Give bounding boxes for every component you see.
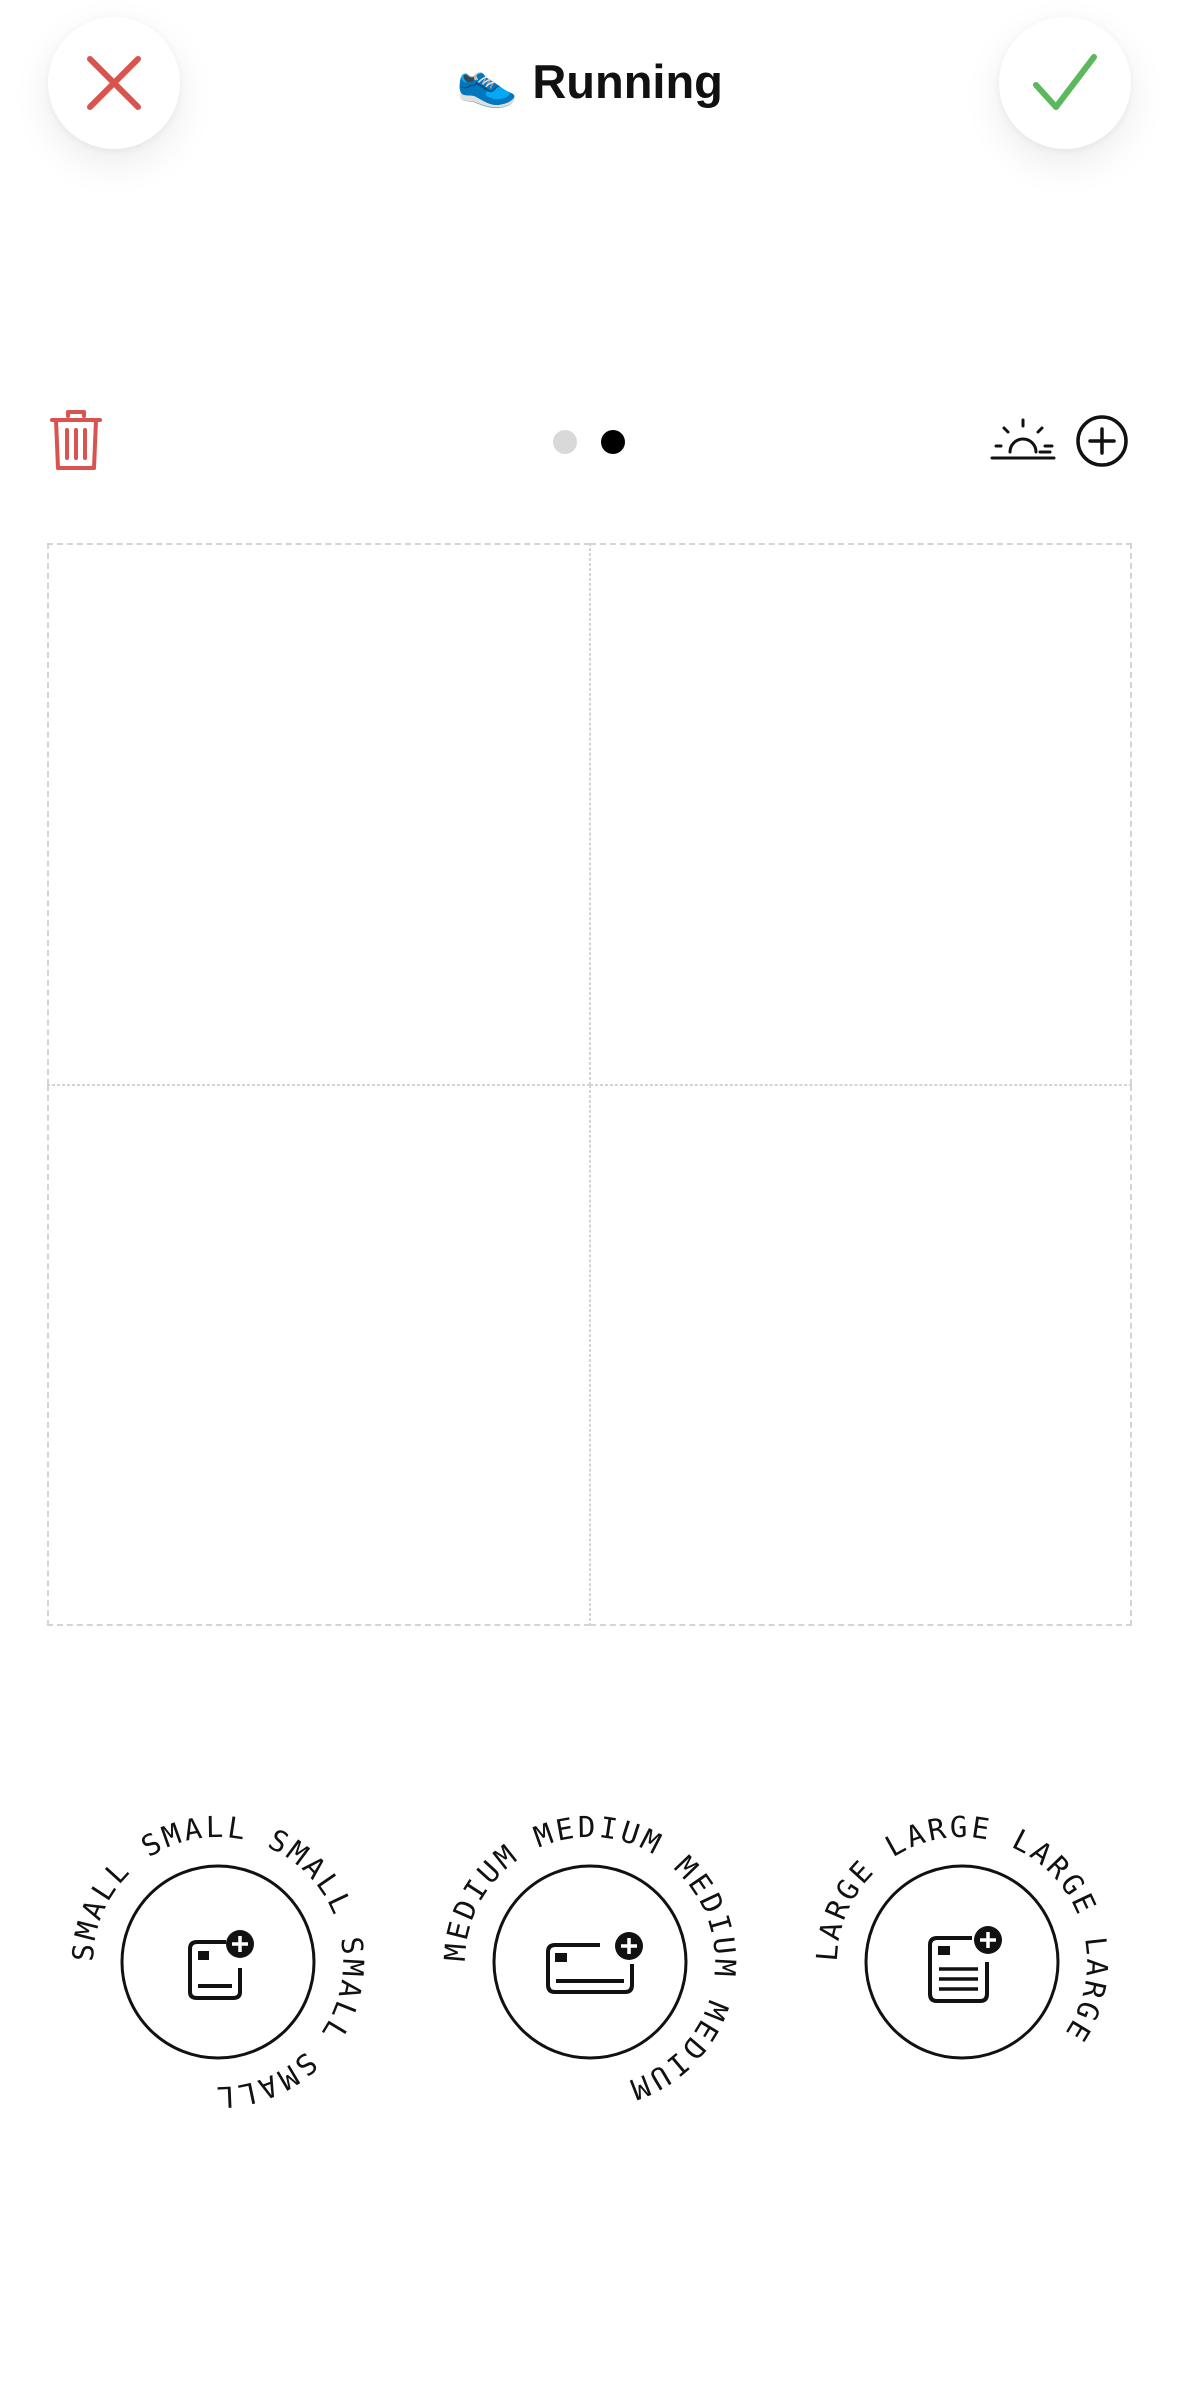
- checkmark-icon: [1033, 54, 1097, 110]
- grid-cell[interactable]: [589, 543, 1132, 1085]
- page-dot-2[interactable]: [601, 430, 625, 454]
- page-indicator: [553, 430, 625, 454]
- title-text: Running: [532, 54, 723, 108]
- widget-grid: [47, 543, 1132, 1626]
- grid-cell[interactable]: [47, 1084, 590, 1626]
- add-medium-widget-button[interactable]: MEDIUM MEDIUM MEDIUM MEDIUM: [440, 1812, 740, 2112]
- page-dot-1[interactable]: [553, 430, 577, 454]
- trash-icon[interactable]: [50, 410, 102, 472]
- grid-cell[interactable]: [47, 543, 590, 1085]
- add-circle-icon[interactable]: [1075, 414, 1129, 468]
- add-small-widget-button[interactable]: SMALL SMALL SMALL SMALL SMALL: [68, 1812, 368, 2112]
- grid-cell[interactable]: [589, 1084, 1132, 1626]
- sunrise-icon[interactable]: [990, 418, 1056, 464]
- add-large-widget-button[interactable]: LARGE LARGE LARGE LARGE: [812, 1812, 1112, 2112]
- shoe-icon: 👟: [456, 52, 519, 109]
- confirm-button[interactable]: [999, 17, 1131, 149]
